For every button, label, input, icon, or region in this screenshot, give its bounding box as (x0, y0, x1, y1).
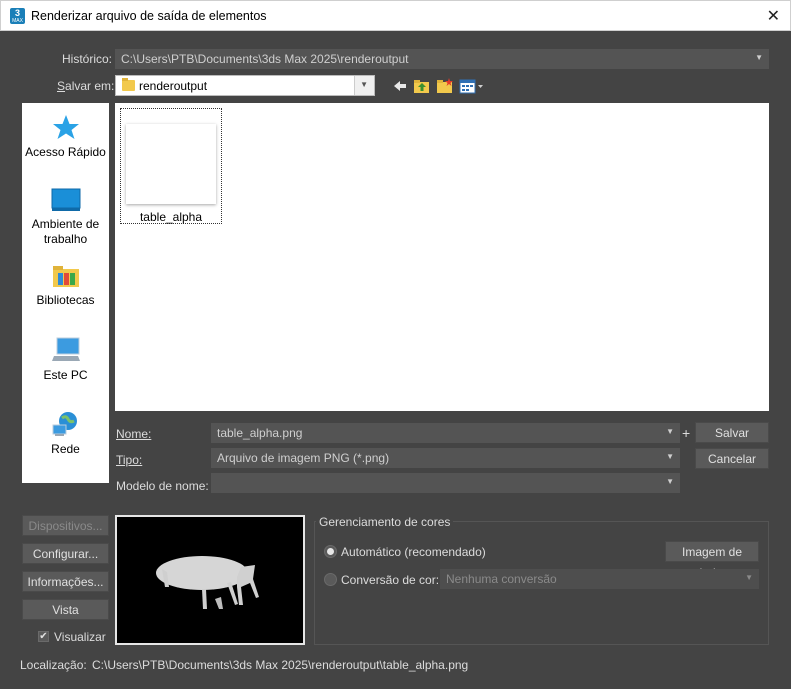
location-label: Localização: (20, 658, 87, 672)
title-bar: 3 MAX Renderizar arquivo de saída de elem… (0, 0, 791, 31)
places-bar: Acesso Rápido Ambiente de trabalho Bibli… (22, 103, 109, 483)
close-icon[interactable]: ✕ (767, 6, 780, 26)
place-label: Ambiente de trabalho (31, 217, 100, 246)
new-folder-icon[interactable] (436, 77, 454, 95)
add-name-button[interactable]: + (682, 425, 690, 441)
place-label: Acesso Rápido (25, 145, 106, 159)
type-label: Tipo: (116, 453, 143, 467)
name-label: Nome: (116, 427, 152, 441)
image-preview (115, 515, 305, 645)
show-checkbox[interactable]: ✔ (38, 631, 49, 642)
chevron-down-icon: ▼ (666, 427, 674, 436)
chevron-down-icon: ▼ (666, 452, 674, 461)
dialog-body: Histórico: C:\Users\PTB\Documents\3ds Ma… (0, 31, 791, 689)
back-arrow-icon[interactable] (391, 77, 409, 95)
place-desktop[interactable]: Ambiente de trabalho (22, 187, 109, 247)
place-label: Este PC (43, 368, 88, 382)
history-label: Histórico: (62, 52, 113, 66)
name-template-label: Modelo de nome: (116, 479, 209, 493)
computer-icon (51, 337, 80, 361)
color-conversion-radio[interactable] (324, 573, 337, 586)
data-image-button[interactable]: Imagem de dados (665, 541, 759, 580)
color-conversion-dropdown[interactable]: Nenhuma conversão ▼ (440, 569, 759, 589)
show-label: Visualizar (54, 630, 106, 644)
setup-button[interactable]: Configurar... (22, 543, 109, 564)
place-network[interactable]: Rede (22, 410, 109, 457)
chevron-down-icon: ▼ (360, 80, 368, 89)
history-dropdown[interactable]: C:\Users\PTB\Documents\3ds Max 2025\rend… (115, 49, 769, 69)
file-name: table_alpha (139, 210, 203, 224)
type-value: Arquivo de imagem PNG (*.png) (217, 451, 390, 465)
libraries-icon (52, 266, 79, 287)
chevron-down-icon: ▼ (666, 477, 674, 486)
place-label: Bibliotecas (36, 293, 95, 307)
view-button[interactable]: Vista (22, 599, 109, 620)
file-item[interactable]: table_alpha (120, 108, 222, 224)
automatic-radio[interactable] (324, 545, 337, 558)
place-label: Rede (51, 442, 80, 456)
automatic-label: Automático (recomendado) (341, 545, 486, 559)
name-template-dropdown[interactable]: ▼ (211, 473, 680, 493)
star-icon (52, 115, 79, 139)
desktop-icon (51, 188, 80, 211)
network-icon (52, 412, 77, 436)
name-field[interactable]: table_alpha.png ▼ (211, 423, 680, 443)
save-in-label: Salvar em: (57, 79, 115, 93)
save-in-value: renderoutput (139, 79, 208, 93)
chevron-down-icon: ▼ (755, 53, 763, 62)
chevron-down-icon: ▼ (745, 573, 753, 582)
place-libraries[interactable]: Bibliotecas (22, 263, 109, 308)
folder-icon (122, 78, 135, 91)
cancel-button[interactable]: Cancelar (695, 448, 769, 469)
location-value: C:\Users\PTB\Documents\3ds Max 2025\rend… (92, 658, 469, 672)
place-quick-access[interactable]: Acesso Rápido (22, 113, 109, 160)
save-in-dropdown-button[interactable]: ▼ (354, 76, 374, 95)
view-menu-icon[interactable] (459, 77, 485, 95)
up-folder-icon[interactable] (413, 77, 431, 95)
file-list[interactable]: table_alpha (115, 103, 769, 411)
info-button[interactable]: Informações... (22, 571, 109, 592)
name-value: table_alpha.png (217, 426, 303, 440)
table-render-image (156, 556, 259, 609)
color-conversion-label: Conversão de cor: (341, 573, 440, 587)
window-title: Renderizar arquivo de saída de elementos (31, 9, 267, 23)
color-management-title: Gerenciamento de cores (316, 515, 454, 529)
save-button[interactable]: Salvar (695, 422, 769, 443)
history-value: C:\Users\PTB\Documents\3ds Max 2025\rend… (121, 52, 409, 66)
devices-button[interactable]: Dispositivos... (22, 515, 109, 536)
3dsmax-app-icon: 3 MAX (10, 8, 25, 24)
save-in-dropdown[interactable]: renderoutput ▼ (115, 75, 375, 96)
place-this-pc[interactable]: Este PC (22, 336, 109, 383)
file-thumbnail (126, 124, 216, 204)
type-dropdown[interactable]: Arquivo de imagem PNG (*.png) ▼ (211, 448, 680, 468)
color-conversion-value: Nenhuma conversão (446, 572, 557, 586)
